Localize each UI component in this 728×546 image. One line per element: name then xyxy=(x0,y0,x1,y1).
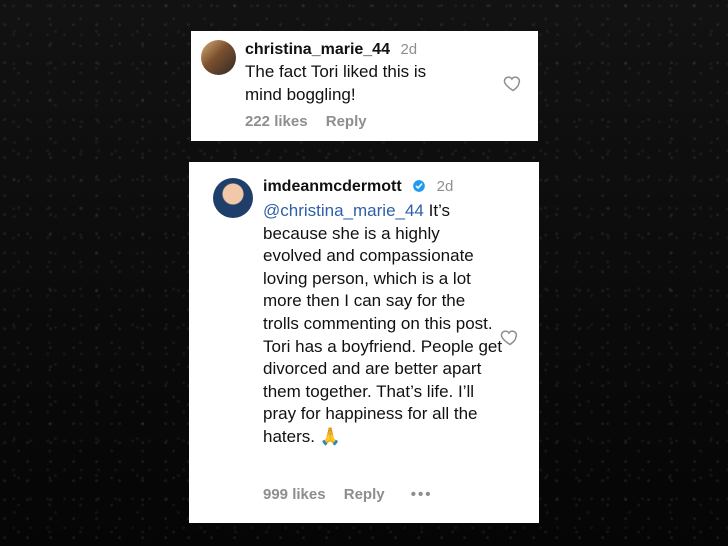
mention-link[interactable]: @christina_marie_44 xyxy=(263,201,424,220)
username[interactable]: christina_marie_44 xyxy=(245,41,390,58)
comment-header: christina_marie_44 2d xyxy=(245,41,417,59)
comment-card-christina: christina_marie_44 2d The fact Tori like… xyxy=(191,31,538,141)
heart-icon[interactable] xyxy=(503,73,523,93)
username[interactable]: imdeanmcdermott xyxy=(263,178,402,195)
comment-body: It’s because she is a highly evolved and… xyxy=(263,201,503,446)
likes-count[interactable]: 222 likes xyxy=(245,113,308,130)
comment-meta: 222 likes Reply xyxy=(245,113,367,130)
verified-badge-icon xyxy=(413,180,425,192)
comment-text: The fact Tori liked this is mind bogglin… xyxy=(245,62,427,104)
avatar[interactable] xyxy=(213,178,253,218)
comment-text: @christina_marie_44 It’s because she is … xyxy=(263,200,503,449)
heart-icon[interactable] xyxy=(500,327,520,347)
comment-meta: 999 likes Reply ••• xyxy=(263,486,433,503)
comment-card-dean: imdeanmcdermott 2d @christina_marie_44 I… xyxy=(189,162,539,523)
comment-header: imdeanmcdermott 2d xyxy=(263,178,453,196)
avatar[interactable] xyxy=(201,40,236,75)
likes-count[interactable]: 999 likes xyxy=(263,486,326,503)
more-options-icon[interactable]: ••• xyxy=(411,486,433,503)
reply-button[interactable]: Reply xyxy=(326,113,367,130)
comment-time: 2d xyxy=(400,41,418,58)
reply-button[interactable]: Reply xyxy=(344,486,385,503)
comment-time: 2d xyxy=(436,178,454,195)
